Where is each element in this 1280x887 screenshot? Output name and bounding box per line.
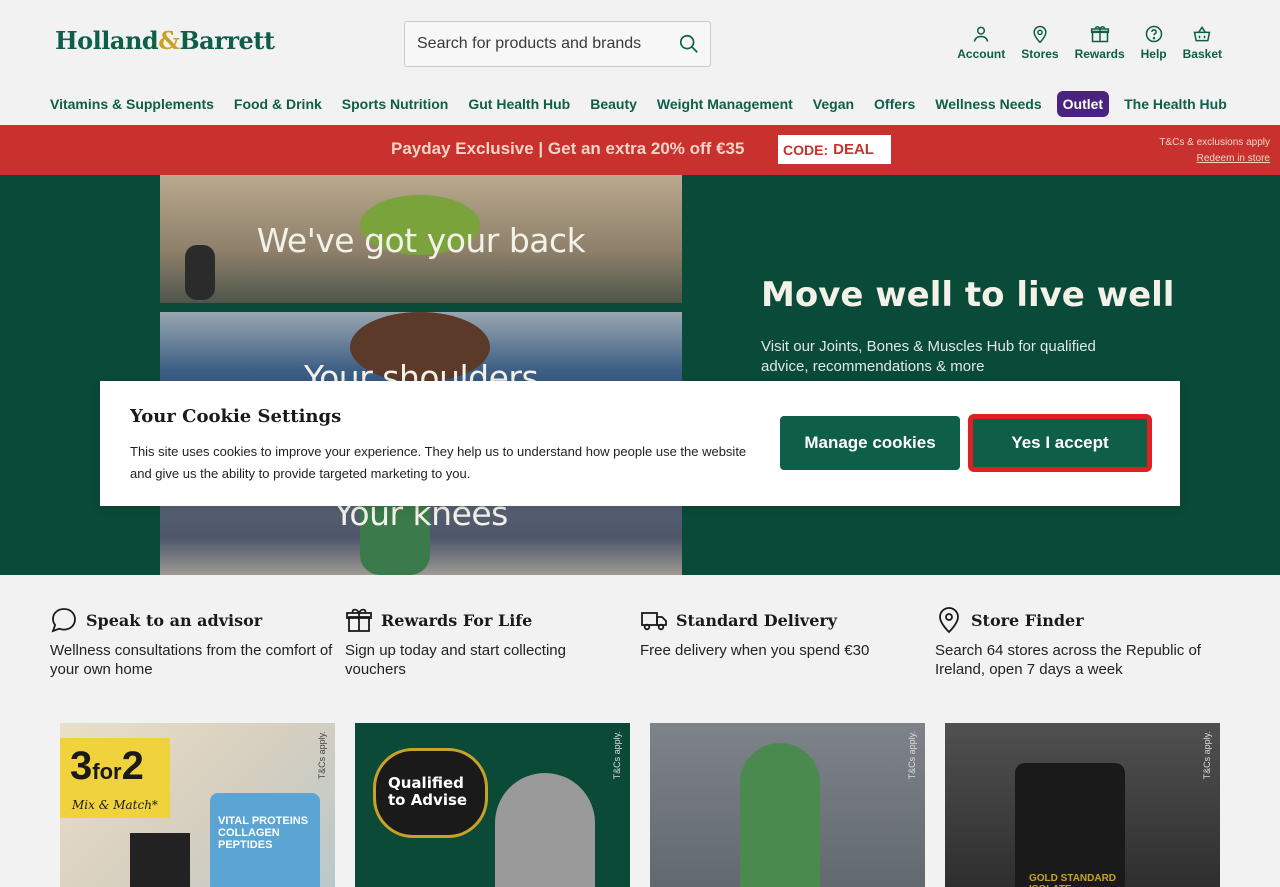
nav-sports-nutrition[interactable]: Sports Nutrition: [332, 91, 459, 117]
nav-food-drink[interactable]: Food & Drink: [224, 91, 332, 117]
basket-icon: [1193, 25, 1211, 42]
location-icon: [1033, 25, 1047, 44]
nav-gut-health[interactable]: Gut Health Hub: [458, 91, 580, 117]
holland-barrett-logo[interactable]: Holland&Barrett: [55, 26, 275, 56]
promo-text: Payday Exclusive | Get an extra 20% off …: [391, 139, 745, 158]
truck-icon: [641, 612, 667, 631]
search-input[interactable]: [405, 22, 665, 66]
deal-number-2: 2: [121, 744, 144, 788]
rewards-label: Rewards: [1074, 47, 1125, 61]
feature-rewards[interactable]: Rewards For Life Sign up today and start…: [345, 605, 640, 679]
mix-match-text: Mix & Match*: [72, 798, 158, 812]
manage-cookies-button[interactable]: Manage cookies: [780, 416, 960, 470]
product-box: [130, 833, 190, 887]
feature-delivery-title: Standard Delivery: [676, 610, 838, 630]
chat-icon: [51, 608, 76, 633]
help-link[interactable]: Help: [1133, 24, 1175, 61]
hero-image-back: We've got your back: [160, 175, 682, 303]
nav-offers[interactable]: Offers: [864, 91, 925, 117]
search-box: [404, 21, 711, 67]
logo-text-2: Barrett: [179, 26, 275, 55]
nav-vegan[interactable]: Vegan: [803, 91, 864, 117]
rewards-link[interactable]: Rewards: [1067, 24, 1133, 61]
hero-banner[interactable]: We've got your back Your shoulders Your …: [0, 175, 1280, 575]
account-link[interactable]: Account: [949, 24, 1013, 61]
feature-delivery-desc: Free delivery when you spend €30: [640, 642, 870, 659]
promo-tc-text: T&Cs & exclusions apply: [1159, 137, 1270, 148]
hero-title: Move well to live well: [761, 275, 1175, 315]
main-nav: Vitamins & Supplements Food & Drink Spor…: [40, 91, 1237, 117]
basket-link[interactable]: Basket: [1175, 24, 1230, 61]
search-icon[interactable]: [678, 33, 700, 55]
tub-label: GOLD STANDARD ISOLATE: [1029, 873, 1117, 887]
accept-cookies-button[interactable]: Yes I accept: [970, 416, 1150, 470]
redeem-in-store-link[interactable]: Redeem in store: [1159, 151, 1270, 167]
three-for-two-badge: 3for2 Mix & Match*: [60, 738, 170, 818]
qualified-bubble: Qualified to Advise: [373, 748, 488, 838]
location-icon: [939, 607, 959, 634]
feature-store-title: Store Finder: [971, 610, 1084, 630]
promo-banner[interactable]: Payday Exclusive | Get an extra 20% off …: [0, 125, 1280, 175]
promo-code-box: CODE: DEAL: [778, 135, 891, 164]
card-protein[interactable]: GOLD STANDARD ISOLATE T&Cs apply.: [945, 723, 1220, 887]
advisor-photo: [495, 773, 595, 887]
nav-vitamins[interactable]: Vitamins & Supplements: [40, 91, 224, 117]
collagen-jar: VITAL PROTEINS COLLAGEN PEPTIDES: [210, 793, 320, 887]
card-qualified-advise[interactable]: Qualified to Advise T&Cs apply.: [355, 723, 630, 887]
account-label: Account: [957, 47, 1006, 61]
card-tc: T&Cs apply.: [1202, 731, 1212, 780]
basket-label: Basket: [1182, 47, 1222, 61]
features-row: Speak to an advisor Wellness consultatio…: [50, 605, 1230, 679]
nav-beauty[interactable]: Beauty: [580, 91, 647, 117]
card-tc: T&Cs apply.: [907, 731, 917, 780]
feature-advisor-title: Speak to an advisor: [86, 610, 263, 630]
stores-link[interactable]: Stores: [1013, 24, 1066, 61]
help-label: Help: [1140, 47, 1167, 61]
deal-for: for: [92, 759, 122, 784]
logo-text-1: Holland: [55, 26, 159, 55]
hero-caption-back: We've got your back: [256, 221, 586, 260]
promo-code-label: CODE:: [783, 141, 829, 158]
hero-subtitle: Visit our Joints, Bones & Muscles Hub fo…: [761, 338, 1096, 375]
cookie-description: This site uses cookies to improve your e…: [130, 444, 747, 481]
site-header: Holland&Barrett Account Stores Rewards H…: [0, 0, 1280, 125]
promo-code-value: DEAL: [833, 141, 874, 158]
feature-advisor[interactable]: Speak to an advisor Wellness consultatio…: [50, 605, 345, 679]
header-utilities: Account Stores Rewards Help Basket: [949, 24, 1230, 61]
runner-photo: [740, 743, 820, 887]
cookie-banner: Your Cookie Settings This site uses cook…: [100, 381, 1180, 506]
card-tc: T&Cs apply.: [612, 731, 622, 780]
protein-tub: GOLD STANDARD ISOLATE: [1015, 763, 1125, 887]
user-icon: [973, 26, 989, 42]
deal-headline: 3for2: [70, 744, 144, 789]
feature-store-desc: Search 64 stores across the Republic of …: [935, 642, 1201, 678]
logo-ampersand: &: [158, 26, 180, 55]
card-tc: T&Cs apply.: [317, 731, 327, 780]
gift-icon: [346, 608, 372, 632]
nav-weight-management[interactable]: Weight Management: [647, 91, 803, 117]
feature-delivery[interactable]: Standard Delivery Free delivery when you…: [640, 605, 935, 679]
stores-label: Stores: [1021, 47, 1059, 61]
nav-outlet[interactable]: Outlet: [1056, 91, 1110, 117]
help-icon: [1145, 25, 1162, 43]
card-runner[interactable]: T&Cs apply.: [650, 723, 925, 887]
cookie-title: Your Cookie Settings: [130, 406, 342, 427]
card-3-for-2[interactable]: 3for2 Mix & Match* VITAL PROTEINS COLLAG…: [60, 723, 335, 887]
nav-wellness-needs[interactable]: Wellness Needs: [925, 91, 1051, 117]
feature-rewards-desc: Sign up today and start collecting vouch…: [345, 642, 566, 678]
gift-icon: [1090, 26, 1109, 43]
qualified-text: Qualified to Advise: [388, 774, 468, 809]
jar-label: VITAL PROTEINS COLLAGEN PEPTIDES: [218, 815, 309, 851]
nav-health-hub[interactable]: The Health Hub: [1114, 91, 1237, 117]
feature-rewards-title: Rewards For Life: [381, 610, 533, 630]
promo-cards: 3for2 Mix & Match* VITAL PROTEINS COLLAG…: [60, 723, 1220, 887]
feature-advisor-desc: Wellness consultations from the comfort …: [50, 642, 333, 678]
deal-number-3: 3: [70, 744, 93, 788]
feature-store-finder[interactable]: Store Finder Search 64 stores across the…: [935, 605, 1230, 679]
promo-terms: T&Cs & exclusions apply Redeem in store: [1159, 135, 1270, 167]
